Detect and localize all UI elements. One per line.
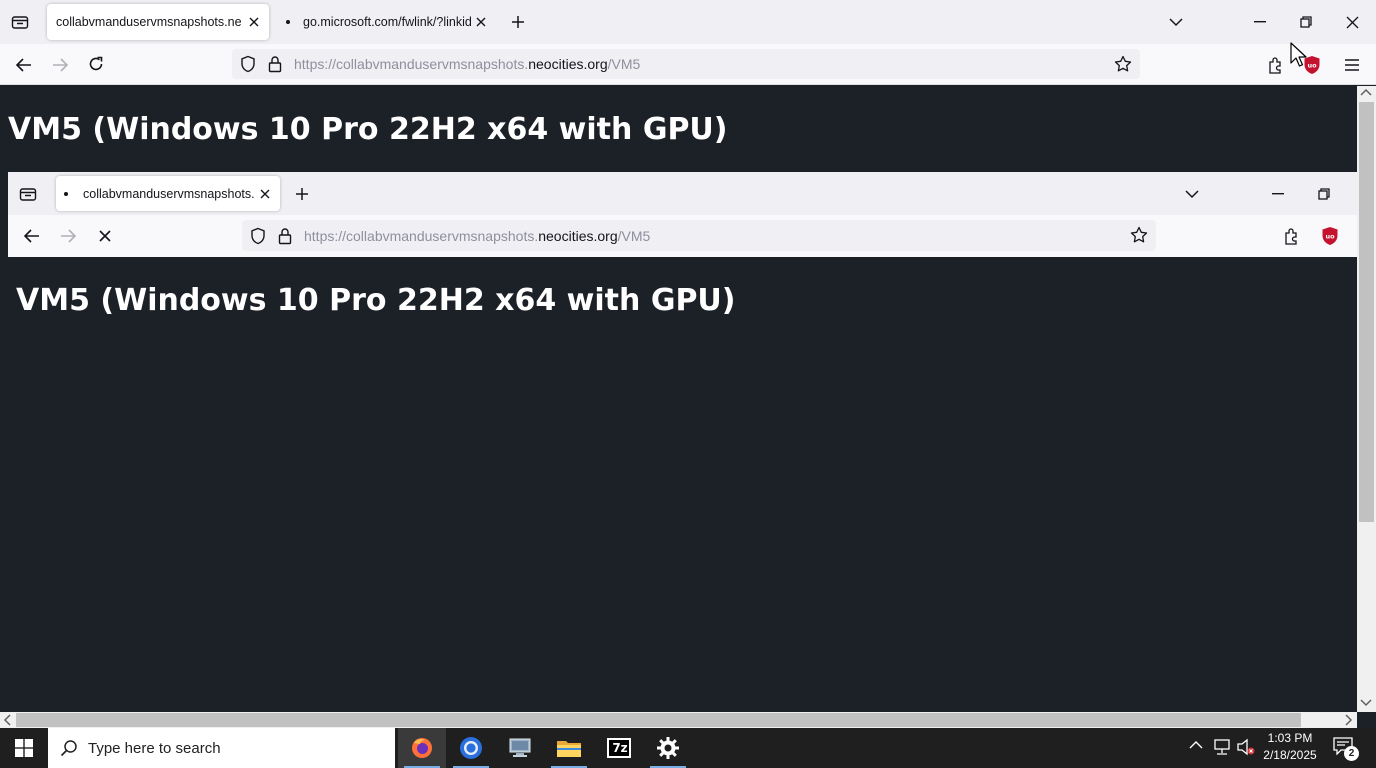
taskbar-file-explorer[interactable] [545, 728, 593, 768]
page-heading: VM5 (Windows 10 Pro 22H2 x64 with GPU) [8, 112, 728, 147]
scroll-down-arrow-icon[interactable] [1360, 699, 1372, 707]
vertical-scroll-thumb[interactable] [1359, 102, 1374, 522]
minimize-icon [1258, 180, 1298, 208]
close-window-icon[interactable] [1332, 8, 1372, 36]
new-tab-icon[interactable] [506, 10, 530, 34]
url-prefix: https://collabvmanduservmsnapshots. [304, 227, 539, 244]
close-tab-icon[interactable] [475, 16, 487, 28]
shield-icon[interactable] [240, 55, 256, 73]
url-bar: https://collabvmanduservmsnapshots.neoci… [242, 220, 1156, 251]
close-tab-icon[interactable] [248, 16, 260, 28]
url-domain: neocities.org [528, 56, 608, 72]
scroll-right-arrow-icon[interactable] [1345, 714, 1353, 726]
scroll-left-arrow-icon[interactable] [3, 714, 11, 726]
taskbar-search-box[interactable]: Type here to search [48, 728, 395, 768]
shield-icon [250, 227, 266, 245]
clock-time: 1:03 PM [1267, 731, 1313, 745]
tab-loading-dot [64, 191, 68, 196]
inner-page-heading: VM5 (Windows 10 Pro 22H2 x64 with GPU) [16, 283, 736, 318]
page-content: VM5 (Windows 10 Pro 22H2 x64 with GPU) c… [0, 86, 1357, 712]
url-prefix: https://collabvmanduservmsnapshots. [294, 56, 529, 72]
search-placeholder: Type here to search [88, 739, 221, 757]
svg-text:uo: uo [1307, 62, 1317, 70]
taskbar-chrome[interactable] [447, 728, 495, 768]
network-icon[interactable] [1212, 738, 1232, 756]
extensions-puzzle-icon [1278, 222, 1306, 250]
minimize-icon[interactable] [1240, 8, 1280, 36]
svg-text:uo: uo [1325, 233, 1335, 241]
tab-title: collabvmanduservmsnapshots.neocities.org [83, 186, 255, 201]
url-bar[interactable]: https://collabvmanduservmsnapshots.neoci… [232, 49, 1140, 79]
new-tab-icon [290, 182, 314, 206]
chevron-down-icon[interactable] [1164, 10, 1188, 34]
start-button[interactable] [0, 728, 48, 768]
url-text: https://collabvmanduservmsnapshots.neoci… [294, 56, 640, 72]
forward-arrow-icon [54, 222, 82, 250]
windows-logo-icon [15, 739, 33, 757]
inner-tab-strip: collabvmanduservmsnapshots.neocities.org [8, 172, 1357, 215]
notification-count-badge: 2 [1344, 746, 1359, 761]
url-path: /VM5 [607, 56, 641, 72]
ublock-origin-icon: uo [1316, 222, 1344, 250]
horizontal-scroll-thumb[interactable] [16, 713, 1301, 727]
close-tab-icon [259, 188, 271, 200]
back-arrow-icon[interactable] [10, 51, 38, 79]
restore-icon[interactable] [1286, 8, 1326, 36]
tab-title: go.microsoft.com/fwlink/?linkid= [303, 15, 471, 29]
outer-tab-second[interactable]: go.microsoft.com/fwlink/?linkid= [276, 4, 494, 40]
clock-date: 2/18/2025 [1263, 748, 1317, 762]
url-domain: neocities.org [538, 227, 618, 244]
tab-list-icon [14, 180, 42, 208]
extensions-puzzle-icon[interactable] [1262, 51, 1290, 79]
inner-nav-bar: https://collabvmanduservmsnapshots.neoci… [8, 215, 1357, 257]
hamburger-menu-icon[interactable] [1338, 51, 1366, 79]
mouse-cursor-icon [1290, 42, 1308, 68]
inner-tab-active: collabvmanduservmsnapshots.neocities.org [56, 176, 280, 211]
outer-nav-bar: https://collabvmanduservmsnapshots.neoci… [0, 42, 1376, 85]
stop-loading-icon [91, 222, 119, 250]
tab-list-icon[interactable] [6, 8, 34, 36]
tab-title: collabvmanduservmsnapshots.neocities.org [56, 15, 242, 29]
lock-icon[interactable] [268, 55, 282, 73]
taskbar-clock[interactable]: 1:03 PM 2/18/2025 [1258, 730, 1322, 766]
settings-icon [657, 737, 679, 759]
firefox-icon [412, 738, 432, 758]
bookmark-star-icon[interactable] [1114, 55, 1132, 73]
forward-arrow-icon[interactable] [46, 51, 74, 79]
tray-overflow-chevron-icon[interactable] [1189, 740, 1203, 750]
7zip-label: 7z [612, 741, 628, 755]
url-text: https://collabvmanduservmsnapshots.neoci… [304, 228, 650, 244]
action-center-button[interactable]: 2 [1333, 737, 1359, 761]
search-icon [60, 739, 78, 757]
chevron-down-icon [1180, 182, 1204, 206]
chrome-icon [460, 737, 482, 759]
scroll-up-arrow-icon[interactable] [1360, 88, 1372, 96]
embedded-screenshot: collabvmanduservmsnapshots.neocities.org [8, 172, 1357, 258]
back-arrow-icon [18, 222, 46, 250]
outer-tab-active[interactable]: collabvmanduservmsnapshots.neocities.org [47, 4, 269, 40]
taskbar-firefox[interactable] [398, 728, 446, 768]
taskbar-network-app[interactable] [496, 728, 544, 768]
network-computer-icon [509, 738, 531, 757]
outer-tab-strip: collabvmanduservmsnapshots.neocities.org… [0, 0, 1376, 44]
volume-muted-icon[interactable] [1236, 738, 1256, 756]
bookmark-star-icon [1130, 226, 1148, 244]
file-explorer-icon [557, 741, 581, 757]
restore-icon [1304, 180, 1344, 208]
reload-icon[interactable] [82, 50, 110, 78]
lock-icon [278, 227, 292, 245]
tab-loading-dot [286, 20, 290, 24]
url-path: /VM5 [617, 227, 651, 244]
taskbar-settings[interactable] [644, 728, 692, 768]
taskbar-7zip[interactable]: 7z [595, 728, 643, 768]
